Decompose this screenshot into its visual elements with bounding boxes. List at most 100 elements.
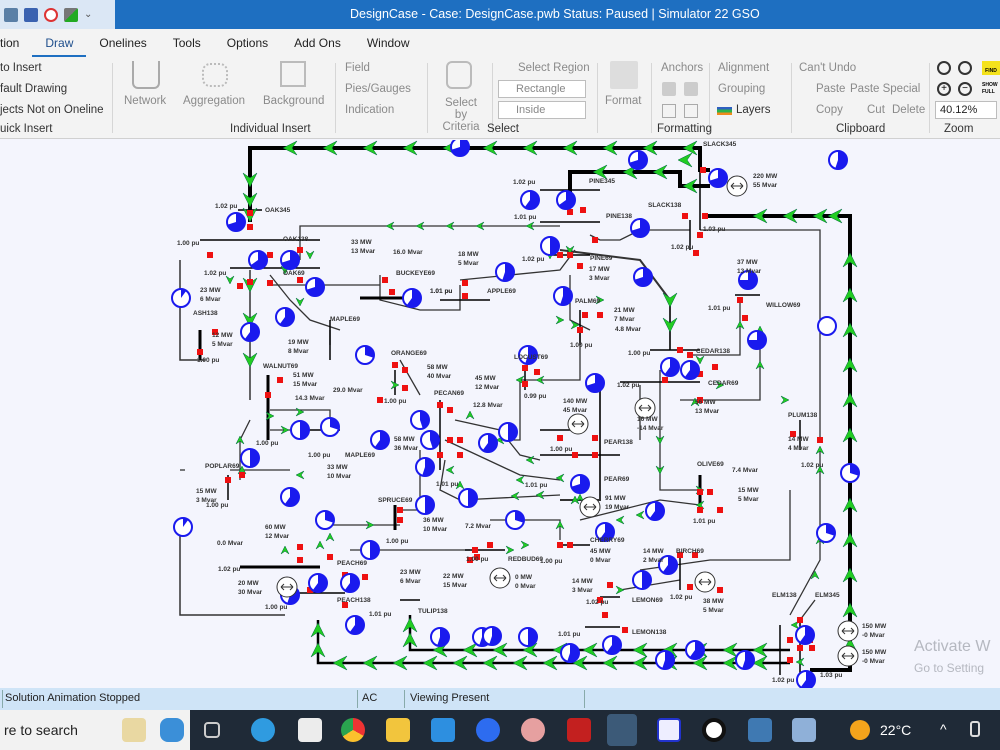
- breaker[interactable]: [457, 437, 463, 443]
- breaker[interactable]: [362, 574, 368, 580]
- breaker[interactable]: [602, 612, 608, 618]
- breaker[interactable]: [597, 312, 603, 318]
- breaker[interactable]: [687, 352, 693, 358]
- zoom-in-icon[interactable]: +: [937, 82, 951, 96]
- bring-front-icon[interactable]: [662, 104, 676, 118]
- field-dropdown[interactable]: Field: [345, 62, 370, 74]
- transmission-line[interactable]: [316, 620, 790, 665]
- breaker[interactable]: [592, 237, 598, 243]
- customize-chevron-icon[interactable]: ⌄: [84, 9, 92, 20]
- breaker[interactable]: [297, 247, 303, 253]
- breaker[interactable]: [377, 397, 383, 403]
- breaker[interactable]: [687, 584, 693, 590]
- paste-special-button[interactable]: Paste Special: [850, 83, 920, 95]
- breaker[interactable]: [237, 283, 243, 289]
- transmission-line[interactable]: [490, 519, 561, 540]
- breaker[interactable]: [239, 472, 245, 478]
- breaker[interactable]: [267, 252, 273, 258]
- breaker[interactable]: [557, 252, 563, 258]
- tab-draw[interactable]: Draw: [32, 29, 87, 57]
- breaker[interactable]: [717, 587, 723, 593]
- copy-button[interactable]: Copy: [799, 104, 843, 116]
- breaker[interactable]: [607, 582, 613, 588]
- breaker[interactable]: [567, 252, 573, 258]
- breaker[interactable]: [557, 542, 563, 548]
- breaker[interactable]: [817, 437, 823, 443]
- breaker[interactable]: [592, 452, 598, 458]
- oneline-diagram[interactable]: OAK345 1.02 pu OAK138 1.00 pu OAK69 1.02 pu AS…: [0, 140, 1000, 688]
- breaker[interactable]: [297, 557, 303, 563]
- breaker[interactable]: [797, 645, 803, 651]
- send-back-icon[interactable]: [684, 104, 698, 118]
- breaker[interactable]: [389, 289, 395, 295]
- breaker[interactable]: [462, 280, 468, 286]
- grouping-dropdown[interactable]: Grouping: [718, 83, 765, 95]
- camera-tray-icon[interactable]: [970, 721, 980, 737]
- breaker[interactable]: [225, 477, 231, 483]
- pies-gauges-dropdown[interactable]: Pies/Gauges: [345, 83, 411, 95]
- breaker[interactable]: [487, 542, 493, 548]
- powerworld-icon[interactable]: [607, 714, 637, 746]
- tab-onelines[interactable]: Onelines: [86, 29, 159, 57]
- breaker[interactable]: [297, 544, 303, 550]
- network-button[interactable]: Network: [124, 95, 166, 107]
- transmission-line[interactable]: [659, 370, 700, 491]
- objects-not-on-oneline-button[interactable]: jects Not on Oneline: [0, 104, 104, 116]
- breaker[interactable]: [447, 407, 453, 413]
- pick-format-icon[interactable]: [662, 82, 676, 96]
- breaker[interactable]: [700, 167, 706, 173]
- breaker[interactable]: [742, 315, 748, 321]
- calculator-icon[interactable]: [24, 7, 38, 22]
- breaker[interactable]: [577, 327, 583, 333]
- aggregation-button[interactable]: Aggregation: [183, 95, 245, 107]
- breaker[interactable]: [247, 279, 253, 285]
- breaker[interactable]: [277, 377, 283, 383]
- breaker[interactable]: [522, 381, 528, 387]
- undo-button[interactable]: Can't Undo: [799, 62, 856, 74]
- breaker[interactable]: [247, 224, 253, 230]
- delete-button[interactable]: Delete: [892, 104, 925, 116]
- zoom-icon[interactable]: [476, 718, 500, 742]
- tab-tools[interactable]: Tools: [160, 29, 214, 57]
- paste-button[interactable]: Paste: [799, 83, 845, 95]
- auto-insert-button[interactable]: to Insert: [0, 62, 42, 74]
- default-drawing-button[interactable]: fault Drawing: [0, 83, 67, 95]
- breaker[interactable]: [702, 213, 708, 219]
- breaker[interactable]: [447, 437, 453, 443]
- zoom-area-in-icon[interactable]: [937, 61, 951, 75]
- breaker[interactable]: [402, 385, 408, 391]
- tab-options[interactable]: Options: [214, 29, 281, 57]
- breaker[interactable]: [327, 554, 333, 560]
- python-icon[interactable]: [748, 718, 772, 742]
- transmission-line[interactable]: [789, 450, 821, 616]
- oneline-svg[interactable]: [0, 140, 1000, 688]
- breaker[interactable]: [580, 207, 586, 213]
- breaker[interactable]: [397, 507, 403, 513]
- select-region-button[interactable]: Select Region: [503, 62, 590, 74]
- transmission-line[interactable]: [705, 214, 852, 672]
- breaker[interactable]: [677, 347, 683, 353]
- layers-dropdown[interactable]: Layers: [736, 104, 771, 116]
- select-by-criteria-button[interactable]: Select by Criteria: [438, 97, 484, 133]
- breaker[interactable]: [437, 402, 443, 408]
- breaker[interactable]: [402, 367, 408, 373]
- breaker[interactable]: [697, 507, 703, 513]
- indication-dropdown[interactable]: Indication: [345, 104, 394, 116]
- breaker[interactable]: [577, 263, 583, 269]
- tab-simulation[interactable]: tion: [0, 29, 32, 57]
- breaker[interactable]: [567, 542, 573, 548]
- mail-icon[interactable]: [431, 718, 455, 742]
- zoom-level-dropdown[interactable]: 40.12%: [935, 101, 997, 119]
- breaker[interactable]: [737, 297, 743, 303]
- breaker[interactable]: [472, 547, 478, 553]
- breaker[interactable]: [787, 637, 793, 643]
- breaker[interactable]: [592, 435, 598, 441]
- app-icon[interactable]: [657, 718, 681, 742]
- breaker[interactable]: [437, 452, 443, 458]
- find-icon[interactable]: FIND: [982, 61, 1000, 75]
- breaker[interactable]: [712, 364, 718, 370]
- zoom-area-out-icon[interactable]: [958, 61, 972, 75]
- breaker[interactable]: [247, 210, 253, 216]
- breaker[interactable]: [787, 657, 793, 663]
- select-mode-dropdown[interactable]: Inside: [498, 101, 586, 119]
